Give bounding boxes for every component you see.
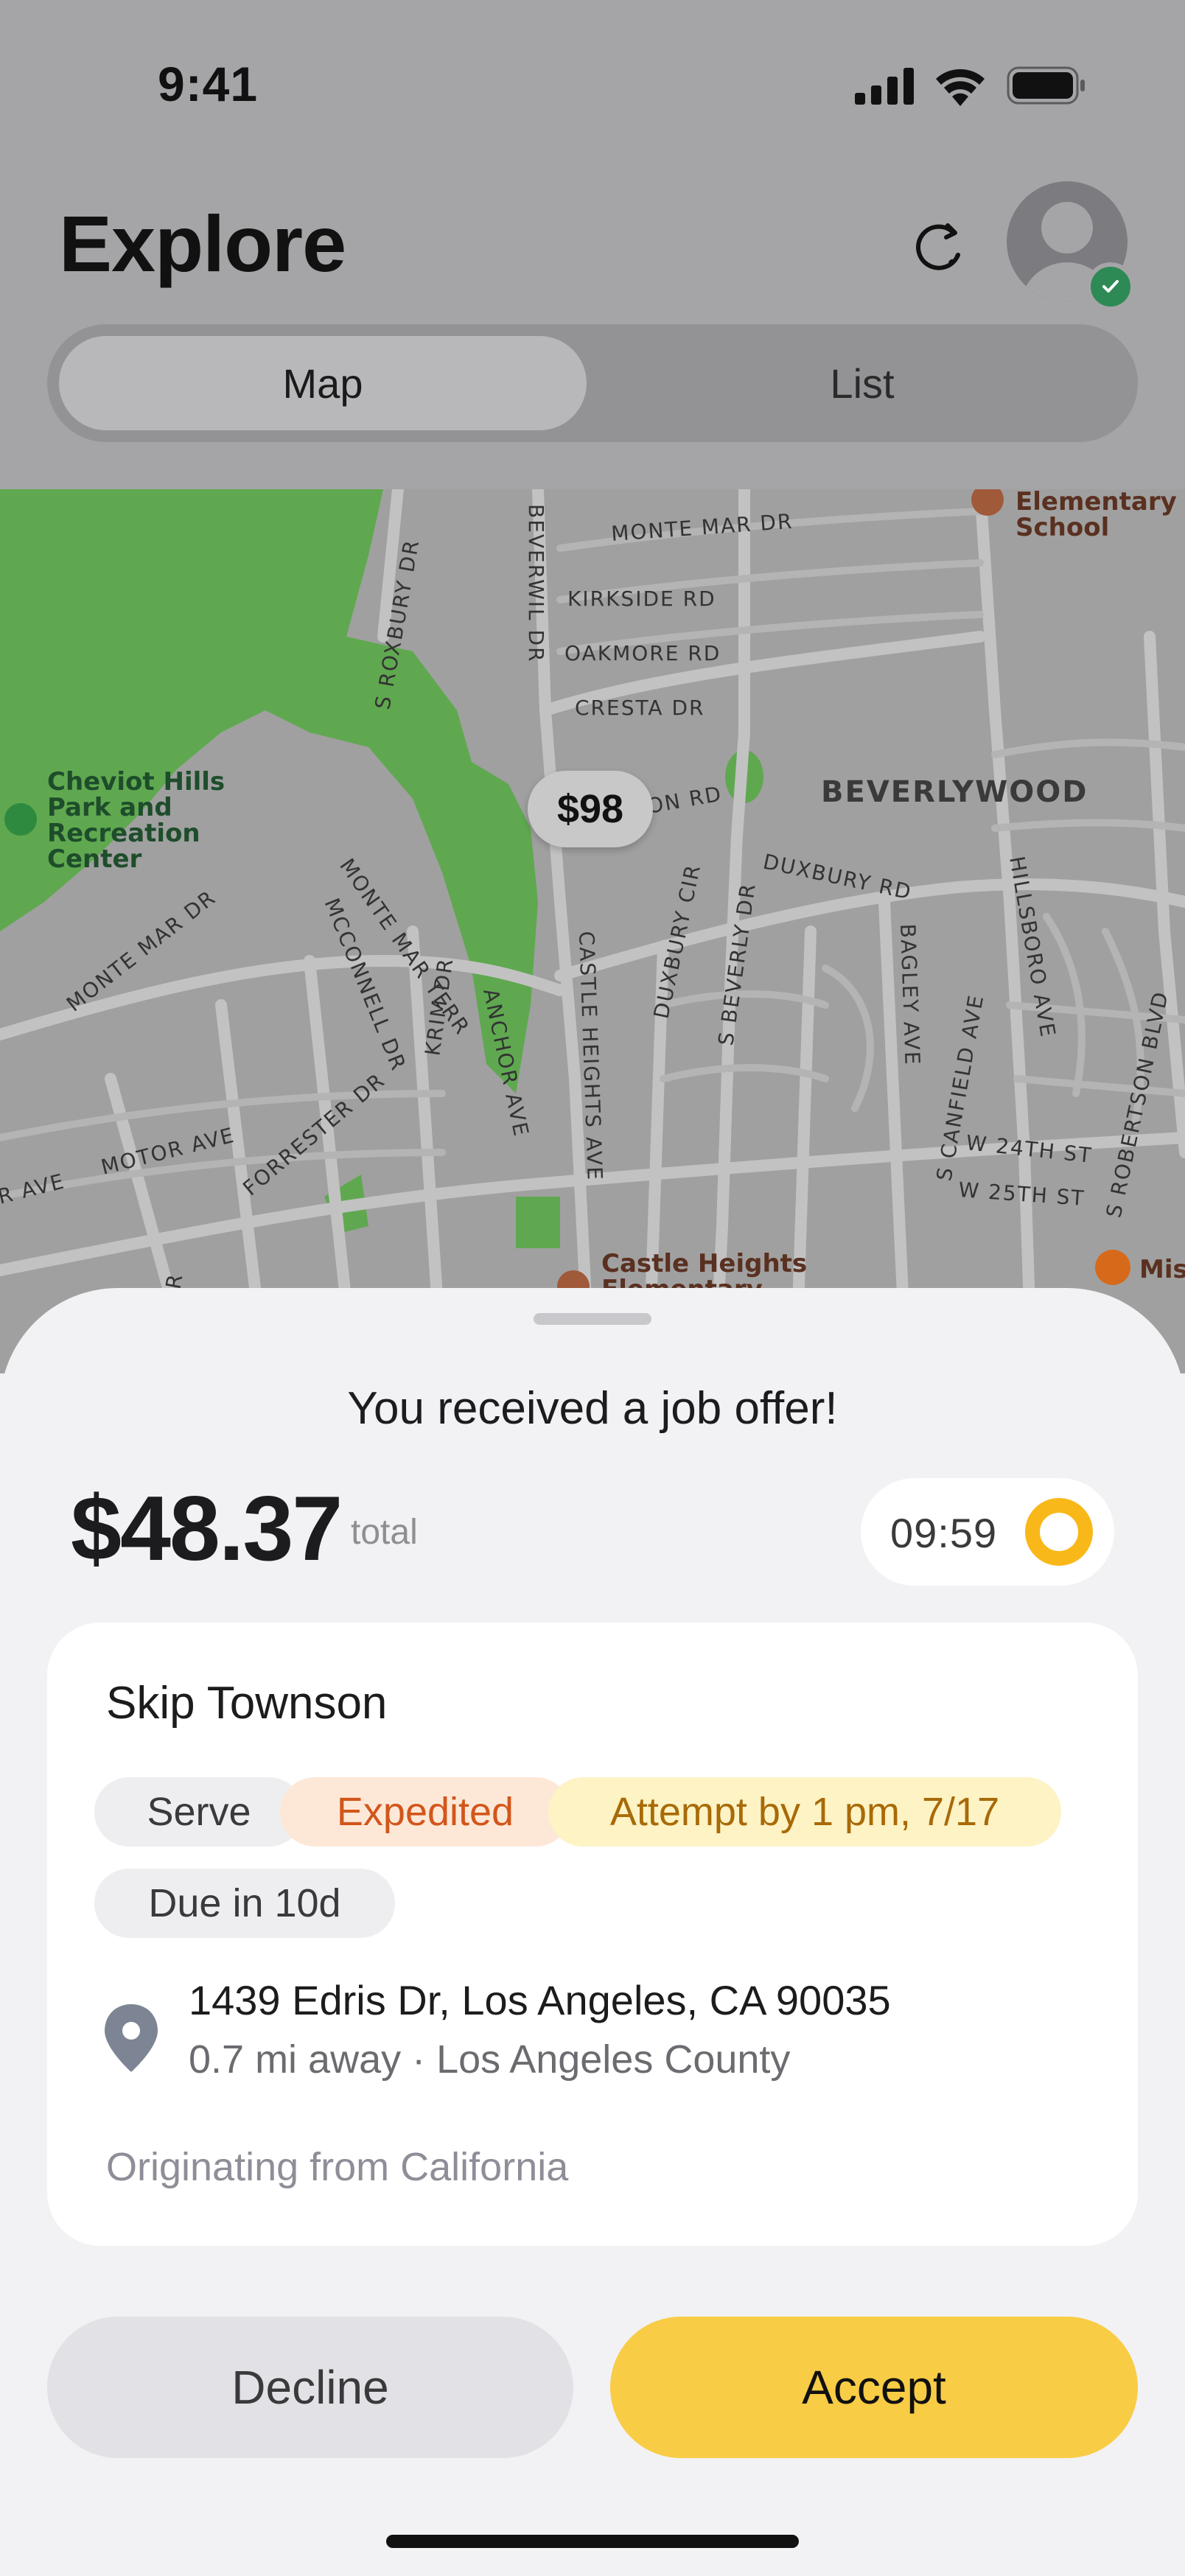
street-label-kirkside: KIRKSIDE RD xyxy=(567,587,716,611)
job-price-pin[interactable]: $98 xyxy=(528,771,653,847)
client-name: Skip Townson xyxy=(106,1678,388,1729)
offer-amount-suffix: total xyxy=(351,1513,418,1552)
map-canvas: MONTE MAR DR KIRKSIDE RD OAKMORE RD CRES… xyxy=(0,489,1185,1373)
job-origin: Originating from California xyxy=(106,2145,569,2189)
offer-amount: $48.37 xyxy=(71,1478,343,1580)
job-address: 1439 Edris Dr, Los Angeles, CA 90035 xyxy=(189,1977,891,2023)
location-pin-icon xyxy=(105,2004,158,2072)
avatar-head xyxy=(1041,202,1093,253)
cellular-signal-icon xyxy=(855,68,914,105)
tag-serve: Serve xyxy=(94,1777,304,1847)
street-label-beverwil: BEVERWIL DR xyxy=(524,504,548,663)
castle-heights-label-line1: Castle Heights xyxy=(601,1249,807,1278)
street-label-bagley: BAGLEY AVE xyxy=(895,923,925,1066)
accept-button[interactable]: Accept xyxy=(610,2317,1138,2458)
page-title: Explore xyxy=(59,199,346,288)
verified-badge-icon xyxy=(1086,262,1135,311)
timer-ring-icon xyxy=(1025,1498,1093,1566)
park-pin-icon xyxy=(4,803,37,836)
green-patch xyxy=(516,1197,560,1248)
park-label-line2: Park and xyxy=(47,793,172,822)
decline-button[interactable]: Decline xyxy=(47,2317,573,2458)
poi-pin-icon xyxy=(1095,1250,1130,1285)
timer-countdown: 09:59 xyxy=(890,1510,998,1556)
battery-icon xyxy=(1007,66,1085,105)
tag-expedited: Expedited xyxy=(280,1777,570,1847)
school-label-line2: School xyxy=(1016,513,1109,542)
job-details-card[interactable]: Skip Townson Serve Expedited Attempt by … xyxy=(47,1623,1138,2246)
offer-timer: 09:59 xyxy=(861,1478,1114,1586)
map-view[interactable]: MONTE MAR DR KIRKSIDE RD OAKMORE RD CRES… xyxy=(0,489,1185,1373)
park-label-line4: Center xyxy=(47,844,142,874)
history-button[interactable] xyxy=(901,208,977,284)
home-indicator[interactable] xyxy=(386,2535,799,2548)
view-segmented-control: Map List xyxy=(47,324,1138,442)
sheet-grabber[interactable] xyxy=(534,1313,651,1325)
street-label-oakmore: OAKMORE RD xyxy=(564,641,721,665)
area-label-beverlywood: BEVERLYWOOD xyxy=(821,775,1088,809)
offer-title: You received a job offer! xyxy=(347,1383,838,1434)
poi-label-mis: Mis xyxy=(1139,1255,1185,1284)
history-icon xyxy=(916,223,960,270)
wifi-icon xyxy=(936,69,985,106)
park-label-line3: Recreation xyxy=(47,819,200,848)
tag-due: Due in 10d xyxy=(94,1869,395,1938)
job-distance: 0.7 mi away · Los Angeles County xyxy=(189,2037,791,2082)
tab-map[interactable]: Map xyxy=(59,336,587,430)
tab-list[interactable]: List xyxy=(598,336,1126,430)
park-label-line1: Cheviot Hills xyxy=(47,767,225,797)
tag-attempt-by: Attempt by 1 pm, 7/17 xyxy=(548,1777,1061,1847)
street-label-cresta: CRESTA DR xyxy=(575,696,705,720)
status-bar-time: 9:41 xyxy=(158,57,259,111)
